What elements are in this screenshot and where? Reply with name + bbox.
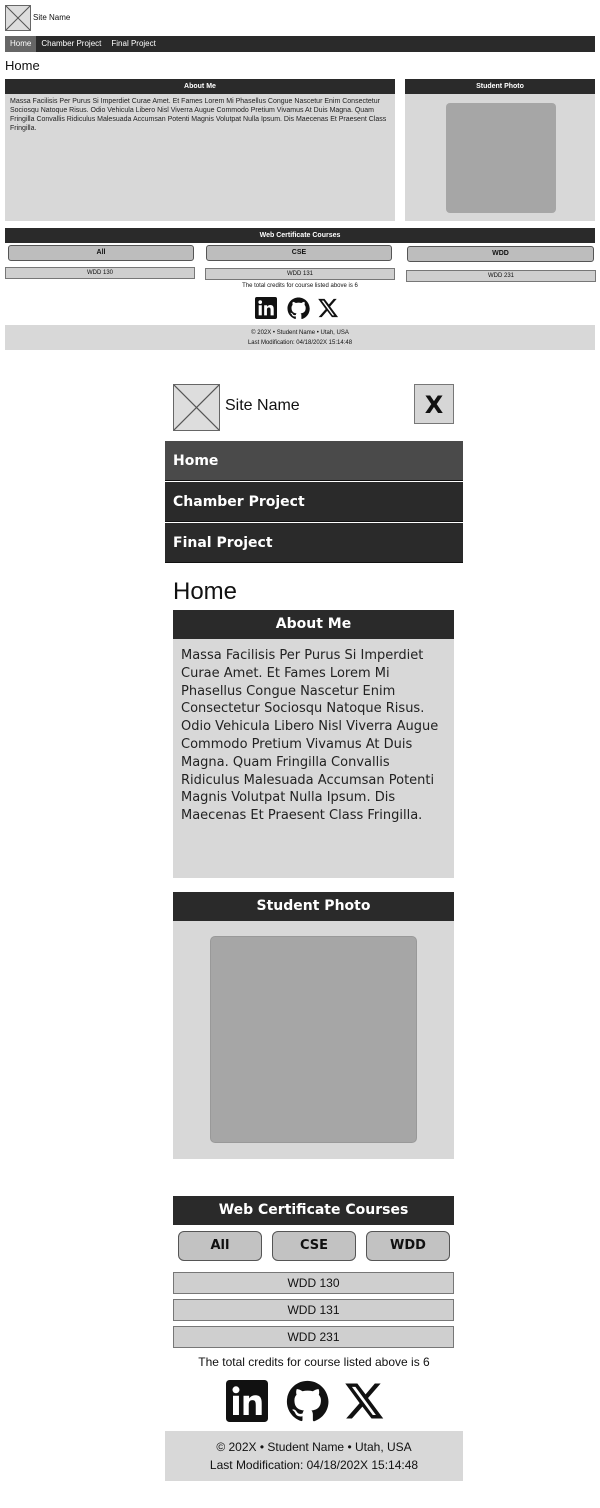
nav-item-home[interactable]: Home	[5, 36, 37, 52]
placeholder-image-icon	[174, 385, 219, 430]
footer-last-modified: Last Modification: 04/18/202X 15:14:48	[209, 1458, 419, 1472]
x-icon[interactable]	[343, 1380, 385, 1424]
site-footer: © 202X • Student Name • Utah, USA Last M…	[5, 325, 595, 350]
desktop-nav: Home Chamber Project Final Project	[5, 36, 595, 52]
github-icon[interactable]	[286, 1380, 329, 1424]
page-title: Home	[173, 578, 238, 605]
credits-text: The total credits for course listed abov…	[242, 283, 358, 289]
photo-card: Student Photo	[173, 892, 454, 1159]
site-logo[interactable]	[173, 384, 220, 431]
linkedin-icon[interactable]	[226, 1380, 268, 1424]
photo-card: Student Photo	[405, 79, 595, 221]
about-card-title: About Me	[5, 79, 395, 94]
filter-cse-button[interactable]: CSE	[272, 1231, 356, 1261]
footer-copyright: © 202X • Student Name • Utah, USA	[251, 330, 349, 336]
filter-all-button[interactable]: All	[178, 1231, 262, 1261]
photo-card-title: Student Photo	[405, 79, 595, 94]
placeholder-image-icon	[6, 6, 30, 30]
courses-title: Web Certificate Courses	[5, 228, 595, 243]
course-item[interactable]: WDD 130	[173, 1272, 454, 1294]
site-name: Site Name	[225, 397, 300, 414]
site-logo[interactable]	[5, 5, 31, 31]
nav-item-chamber-project[interactable]: Chamber Project	[36, 36, 106, 52]
filter-cse-button[interactable]: CSE	[206, 245, 392, 261]
course-item[interactable]: WDD 231	[406, 270, 596, 282]
github-icon[interactable]	[287, 297, 310, 321]
site-name: Site Name	[33, 13, 71, 22]
course-item[interactable]: WDD 130	[5, 267, 195, 279]
student-photo-placeholder	[210, 936, 417, 1143]
nav-item-final-project[interactable]: Final Project	[106, 36, 160, 52]
x-icon[interactable]	[317, 297, 339, 321]
about-card-title: About Me	[173, 610, 454, 639]
about-text: Massa Facilisis Per Purus Si Imperdiet C…	[10, 98, 387, 132]
linkedin-icon[interactable]	[255, 297, 277, 321]
courses-title: Web Certificate Courses	[173, 1196, 454, 1225]
about-card: About Me Massa Facilisis Per Purus Si Im…	[173, 610, 454, 878]
filter-wdd-button[interactable]: WDD	[366, 1231, 450, 1261]
filter-all-button[interactable]: All	[8, 245, 194, 261]
about-text: Massa Facilisis Per Purus Si Imperdiet C…	[181, 648, 439, 824]
course-item[interactable]: WDD 231	[173, 1326, 454, 1348]
footer-last-modified: Last Modification: 04/18/202X 15:14:48	[247, 340, 353, 346]
footer-copyright: © 202X • Student Name • Utah, USA	[216, 1440, 412, 1454]
photo-card-title: Student Photo	[173, 892, 454, 921]
course-item[interactable]: WDD 131	[205, 268, 395, 280]
student-photo-placeholder	[446, 103, 556, 213]
nav-item-home[interactable]: Home	[165, 441, 463, 481]
menu-close-button[interactable]: X	[414, 384, 454, 424]
nav-item-chamber-project[interactable]: Chamber Project	[165, 482, 463, 522]
credits-text: The total credits for course listed abov…	[198, 1355, 430, 1369]
page-title: Home	[5, 58, 40, 73]
site-footer: © 202X • Student Name • Utah, USA Last M…	[165, 1431, 463, 1481]
nav-item-final-project[interactable]: Final Project	[165, 523, 463, 563]
filter-wdd-button[interactable]: WDD	[407, 246, 594, 262]
about-card: About Me Massa Facilisis Per Purus Si Im…	[5, 79, 395, 221]
course-item[interactable]: WDD 131	[173, 1299, 454, 1321]
